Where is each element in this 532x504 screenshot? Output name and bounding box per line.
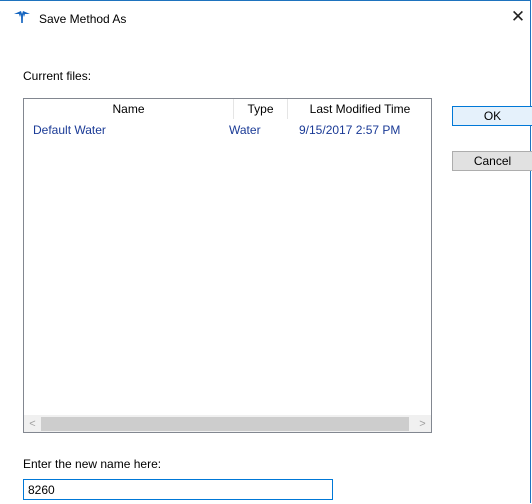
cancel-button[interactable]: Cancel — [452, 151, 532, 171]
window-title: Save Method As — [39, 12, 127, 26]
column-header-type[interactable]: Type — [234, 99, 288, 119]
list-header: Name Type Last Modified Time — [24, 99, 431, 119]
list-item[interactable]: Default Water Water 9/15/2017 2:57 PM — [24, 121, 431, 139]
scroll-thumb[interactable] — [41, 417, 409, 431]
save-method-dialog: Save Method As ✕ Current files: Name Typ… — [0, 0, 532, 503]
horizontal-scrollbar[interactable]: < > — [24, 415, 431, 432]
column-header-name[interactable]: Name — [24, 99, 234, 119]
current-files-label: Current files: — [23, 69, 92, 83]
new-name-input[interactable] — [23, 479, 333, 500]
file-list[interactable]: Name Type Last Modified Time Default Wat… — [23, 98, 432, 433]
title-bar: Save Method As ✕ — [0, 1, 530, 31]
close-icon[interactable]: ✕ — [506, 5, 530, 29]
teledyne-logo-icon — [14, 11, 30, 23]
file-name-cell: Default Water — [33, 123, 106, 137]
scroll-left-icon[interactable]: < — [24, 416, 41, 432]
file-modified-cell: 9/15/2017 2:57 PM — [299, 123, 401, 137]
scroll-right-icon[interactable]: > — [414, 416, 431, 432]
new-name-label: Enter the new name here: — [23, 457, 162, 471]
column-header-modified[interactable]: Last Modified Time — [288, 99, 431, 119]
ok-button[interactable]: OK — [452, 106, 532, 126]
file-type-cell: Water — [229, 123, 261, 137]
